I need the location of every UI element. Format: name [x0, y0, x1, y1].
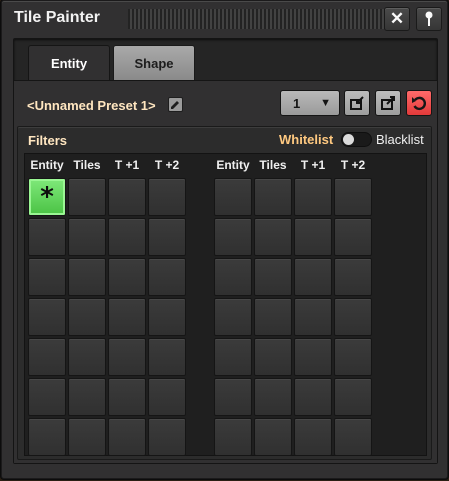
filter-slot[interactable] — [68, 378, 106, 416]
filter-slot[interactable] — [294, 258, 332, 296]
filter-slot[interactable] — [68, 338, 106, 376]
column-header: T +1 — [300, 158, 326, 172]
pencil-icon — [171, 101, 179, 109]
import-button[interactable] — [344, 90, 370, 116]
filter-slot[interactable] — [148, 298, 186, 336]
edit-preset-button[interactable] — [168, 97, 183, 112]
filter-slot[interactable] — [68, 178, 106, 216]
column-header: Entity — [216, 158, 250, 172]
column-header: T +2 — [340, 158, 366, 172]
reset-button[interactable] — [406, 90, 432, 116]
filter-slot[interactable] — [294, 298, 332, 336]
tile-painter-window: Tile Painter ✕ Entity Shape <Unnamed Pre… — [1, 0, 448, 479]
filters-section: Filters Whitelist Blacklist Entity Tiles T… — [17, 126, 432, 460]
filter-slot[interactable] — [254, 338, 292, 376]
filter-slot[interactable] — [214, 258, 252, 296]
whitelist-blacklist-toggle[interactable] — [341, 132, 372, 147]
tab-content: <Unnamed Preset 1> 1 ▼ Filters Whitelist… — [14, 80, 437, 463]
window-title: Tile Painter — [14, 9, 100, 26]
filter-slot[interactable] — [28, 378, 66, 416]
filter-slot[interactable] — [254, 378, 292, 416]
filter-slot[interactable] — [28, 258, 66, 296]
reset-icon — [412, 96, 427, 111]
drag-handle[interactable] — [128, 9, 386, 29]
filter-slot[interactable] — [334, 378, 372, 416]
filter-slot[interactable] — [108, 338, 146, 376]
toggle-knob — [343, 134, 354, 145]
filter-slot[interactable] — [148, 258, 186, 296]
filter-slot[interactable] — [214, 298, 252, 336]
filter-slot[interactable] — [28, 298, 66, 336]
filter-slot[interactable] — [294, 178, 332, 216]
filter-slot[interactable] — [108, 418, 146, 456]
filter-slot[interactable] — [68, 418, 106, 456]
filter-slot[interactable] — [214, 338, 252, 376]
filter-slot[interactable] — [68, 218, 106, 256]
filter-slot[interactable] — [108, 218, 146, 256]
filter-slot[interactable] — [334, 418, 372, 456]
filter-slot[interactable] — [294, 338, 332, 376]
filter-slot[interactable] — [294, 418, 332, 456]
filter-slot[interactable] — [148, 418, 186, 456]
column-header: Tiles — [73, 158, 101, 172]
preset-name: <Unnamed Preset 1> — [27, 98, 156, 113]
filter-slot[interactable] — [148, 218, 186, 256]
asterisk-icon: * — [40, 182, 54, 212]
filter-slot[interactable] — [68, 298, 106, 336]
tab-bar: Entity Shape — [28, 45, 195, 81]
filter-slot[interactable] — [28, 418, 66, 456]
filter-slot[interactable] — [148, 378, 186, 416]
filter-slot[interactable] — [148, 338, 186, 376]
export-icon — [381, 96, 395, 110]
whitelist-label: Whitelist — [279, 132, 334, 147]
filter-slot[interactable] — [108, 178, 146, 216]
filter-slot-any-entity[interactable]: * — [28, 178, 66, 216]
filter-slot[interactable] — [214, 178, 252, 216]
filter-slot[interactable] — [334, 178, 372, 216]
filter-slot[interactable] — [294, 218, 332, 256]
main-panel: Entity Shape <Unnamed Preset 1> 1 ▼ Filt… — [13, 38, 438, 464]
filter-slot[interactable] — [68, 258, 106, 296]
filter-slot[interactable] — [294, 378, 332, 416]
title-bar: Tile Painter ✕ — [14, 7, 442, 31]
filter-slot[interactable] — [334, 338, 372, 376]
filter-slot[interactable] — [214, 218, 252, 256]
filter-slot[interactable] — [214, 418, 252, 456]
filter-slot[interactable] — [108, 258, 146, 296]
blacklist-label: Blacklist — [376, 132, 424, 147]
filter-slot[interactable] — [108, 378, 146, 416]
filter-slot[interactable] — [334, 218, 372, 256]
import-icon — [350, 96, 364, 110]
preset-number-dropdown[interactable]: 1 ▼ — [280, 90, 340, 116]
filter-slot[interactable] — [254, 298, 292, 336]
filter-slot[interactable] — [254, 418, 292, 456]
filters-title: Filters — [28, 133, 68, 148]
filter-slot[interactable] — [334, 298, 372, 336]
column-header: T +1 — [114, 158, 140, 172]
export-button[interactable] — [375, 90, 401, 116]
filter-slot[interactable] — [108, 298, 146, 336]
filter-grid: Entity Tiles T +1 T +2 * Entity Tiles T +1 T +2 — [24, 153, 427, 456]
dropdown-value: 1 — [293, 95, 301, 111]
column-header: T +2 — [154, 158, 180, 172]
tab-shape[interactable]: Shape — [113, 45, 195, 81]
filter-slot[interactable] — [254, 178, 292, 216]
tab-entity[interactable]: Entity — [28, 45, 110, 81]
close-button[interactable]: ✕ — [384, 7, 410, 31]
filter-slot[interactable] — [148, 178, 186, 216]
filter-slot[interactable] — [28, 218, 66, 256]
chevron-down-icon: ▼ — [320, 97, 331, 109]
close-icon: ✕ — [389, 9, 405, 28]
filter-slot[interactable] — [214, 378, 252, 416]
filter-slot[interactable] — [334, 258, 372, 296]
column-header: Tiles — [259, 158, 287, 172]
filter-slot[interactable] — [254, 258, 292, 296]
filter-slot[interactable] — [28, 338, 66, 376]
pin-button[interactable] — [416, 7, 442, 31]
column-header: Entity — [30, 158, 64, 172]
pin-icon — [425, 11, 433, 26]
filter-slot[interactable] — [254, 218, 292, 256]
